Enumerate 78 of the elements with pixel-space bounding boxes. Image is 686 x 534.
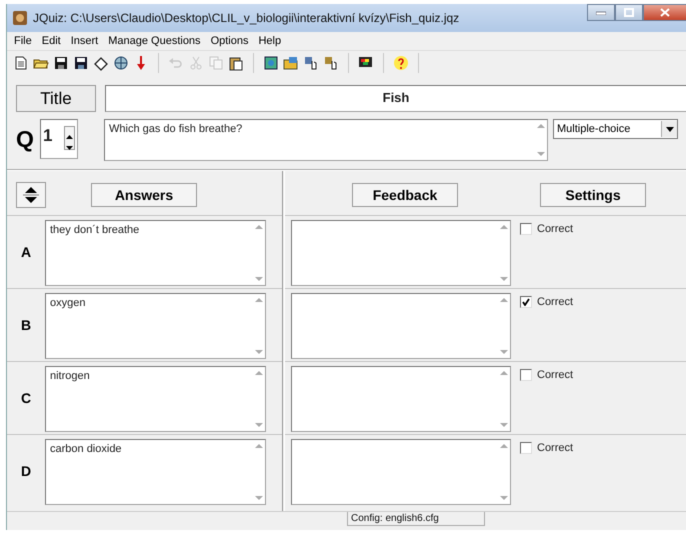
answer-field[interactable]: oxygen [45,293,266,359]
scroll-up-icon[interactable] [500,224,508,229]
answer-text: oxygen [50,297,86,309]
up-down-arrows-icon [22,186,40,204]
close-button[interactable] [643,4,686,21]
answer-field[interactable]: carbon dioxide [45,439,266,505]
scroll-up-icon[interactable] [255,443,263,448]
feedback-button[interactable]: Feedback [352,183,458,207]
feedback-field[interactable] [291,293,511,359]
scroll-up-icon[interactable] [255,224,263,229]
scroll-up-icon[interactable] [500,443,508,448]
maximize-icon [624,8,634,17]
checkbox-label: Correct [537,223,574,235]
help-icon[interactable] [393,55,409,71]
scroll-down-icon[interactable] [255,277,263,282]
feedback-field[interactable] [291,439,511,505]
correct-checkbox[interactable] [520,223,532,235]
scroll-up-icon[interactable] [537,123,545,128]
feedback-field[interactable] [291,220,511,286]
scroll-down-icon[interactable] [255,496,263,501]
answer-letter: C [20,390,32,406]
feedback-field[interactable] [291,366,511,432]
close-icon [660,8,670,17]
minimize-icon [596,10,606,14]
correct-checkbox[interactable] [520,296,532,308]
spinner-icon[interactable] [64,126,75,150]
window-title: JQuiz: C:\Users\Claudio\Desktop\CLIL_v_biologii\interaktivní kvízy\Fish_quiz.jqz [33,11,460,25]
save-icon[interactable] [53,55,69,71]
scroll-down-icon[interactable] [500,277,508,282]
status-text: Config: english6.cfg [347,512,485,526]
save-as-icon[interactable] [73,55,89,71]
answer-letter: B [20,317,32,333]
scroll-down-icon[interactable] [500,350,508,355]
app-icon [13,11,27,25]
globe-icon[interactable] [113,55,129,71]
scroll-down-icon[interactable] [500,496,508,501]
question-number-field[interactable]: 1 [40,119,78,159]
menu-item[interactable]: File [9,35,37,47]
menu-item[interactable]: Insert [66,35,104,47]
menu-item[interactable]: Manage Questions [103,35,206,47]
scroll-up-icon[interactable] [255,370,263,375]
scroll-down-icon[interactable] [537,152,545,157]
scroll-up-icon[interactable] [500,370,508,375]
checkbox-label: Correct [537,442,574,454]
title-field[interactable]: Fish [105,85,686,112]
menu-item[interactable]: Help [253,35,286,47]
question-type-dropdown[interactable]: Multiple-choice [553,119,678,139]
scroll-up-icon[interactable] [500,297,508,302]
paste-icon[interactable] [228,55,244,71]
answer-text: carbon dioxide [50,443,122,455]
answer-letter: D [20,463,32,479]
scroll-down-icon[interactable] [255,350,263,355]
answer-letter: A [20,244,32,260]
question-text: Which gas do fish breathe? [109,123,242,135]
maximize-button[interactable] [615,4,643,21]
answer-text: nitrogen [50,370,90,382]
answer-field[interactable]: nitrogen [45,366,266,432]
checkbox-label: Correct [537,369,574,381]
new-file-icon[interactable] [13,55,29,71]
minimize-button[interactable] [587,4,615,21]
settings-button[interactable]: Settings [540,183,646,207]
scroll-down-icon[interactable] [255,423,263,428]
answers-button[interactable]: Answers [91,183,197,207]
title-button[interactable]: Title [16,85,96,112]
picture-frame-icon[interactable] [263,55,279,71]
checkbox-label: Correct [537,296,574,308]
question-label: Q [16,125,35,154]
reorder-button[interactable] [16,182,46,208]
correct-checkbox[interactable] [520,442,532,454]
menu-item[interactable]: Options [206,35,254,47]
answer-text: they don´t breathe [50,224,140,236]
menu-item[interactable]: Edit [36,35,66,47]
correct-checkbox[interactable] [520,369,532,381]
folder-picture-icon[interactable] [283,55,299,71]
scroll-down-icon[interactable] [500,423,508,428]
question-field[interactable]: Which gas do fish breathe? [104,119,548,161]
scroll-up-icon[interactable] [255,297,263,302]
answer-field[interactable]: they don´t breathe [45,220,266,286]
